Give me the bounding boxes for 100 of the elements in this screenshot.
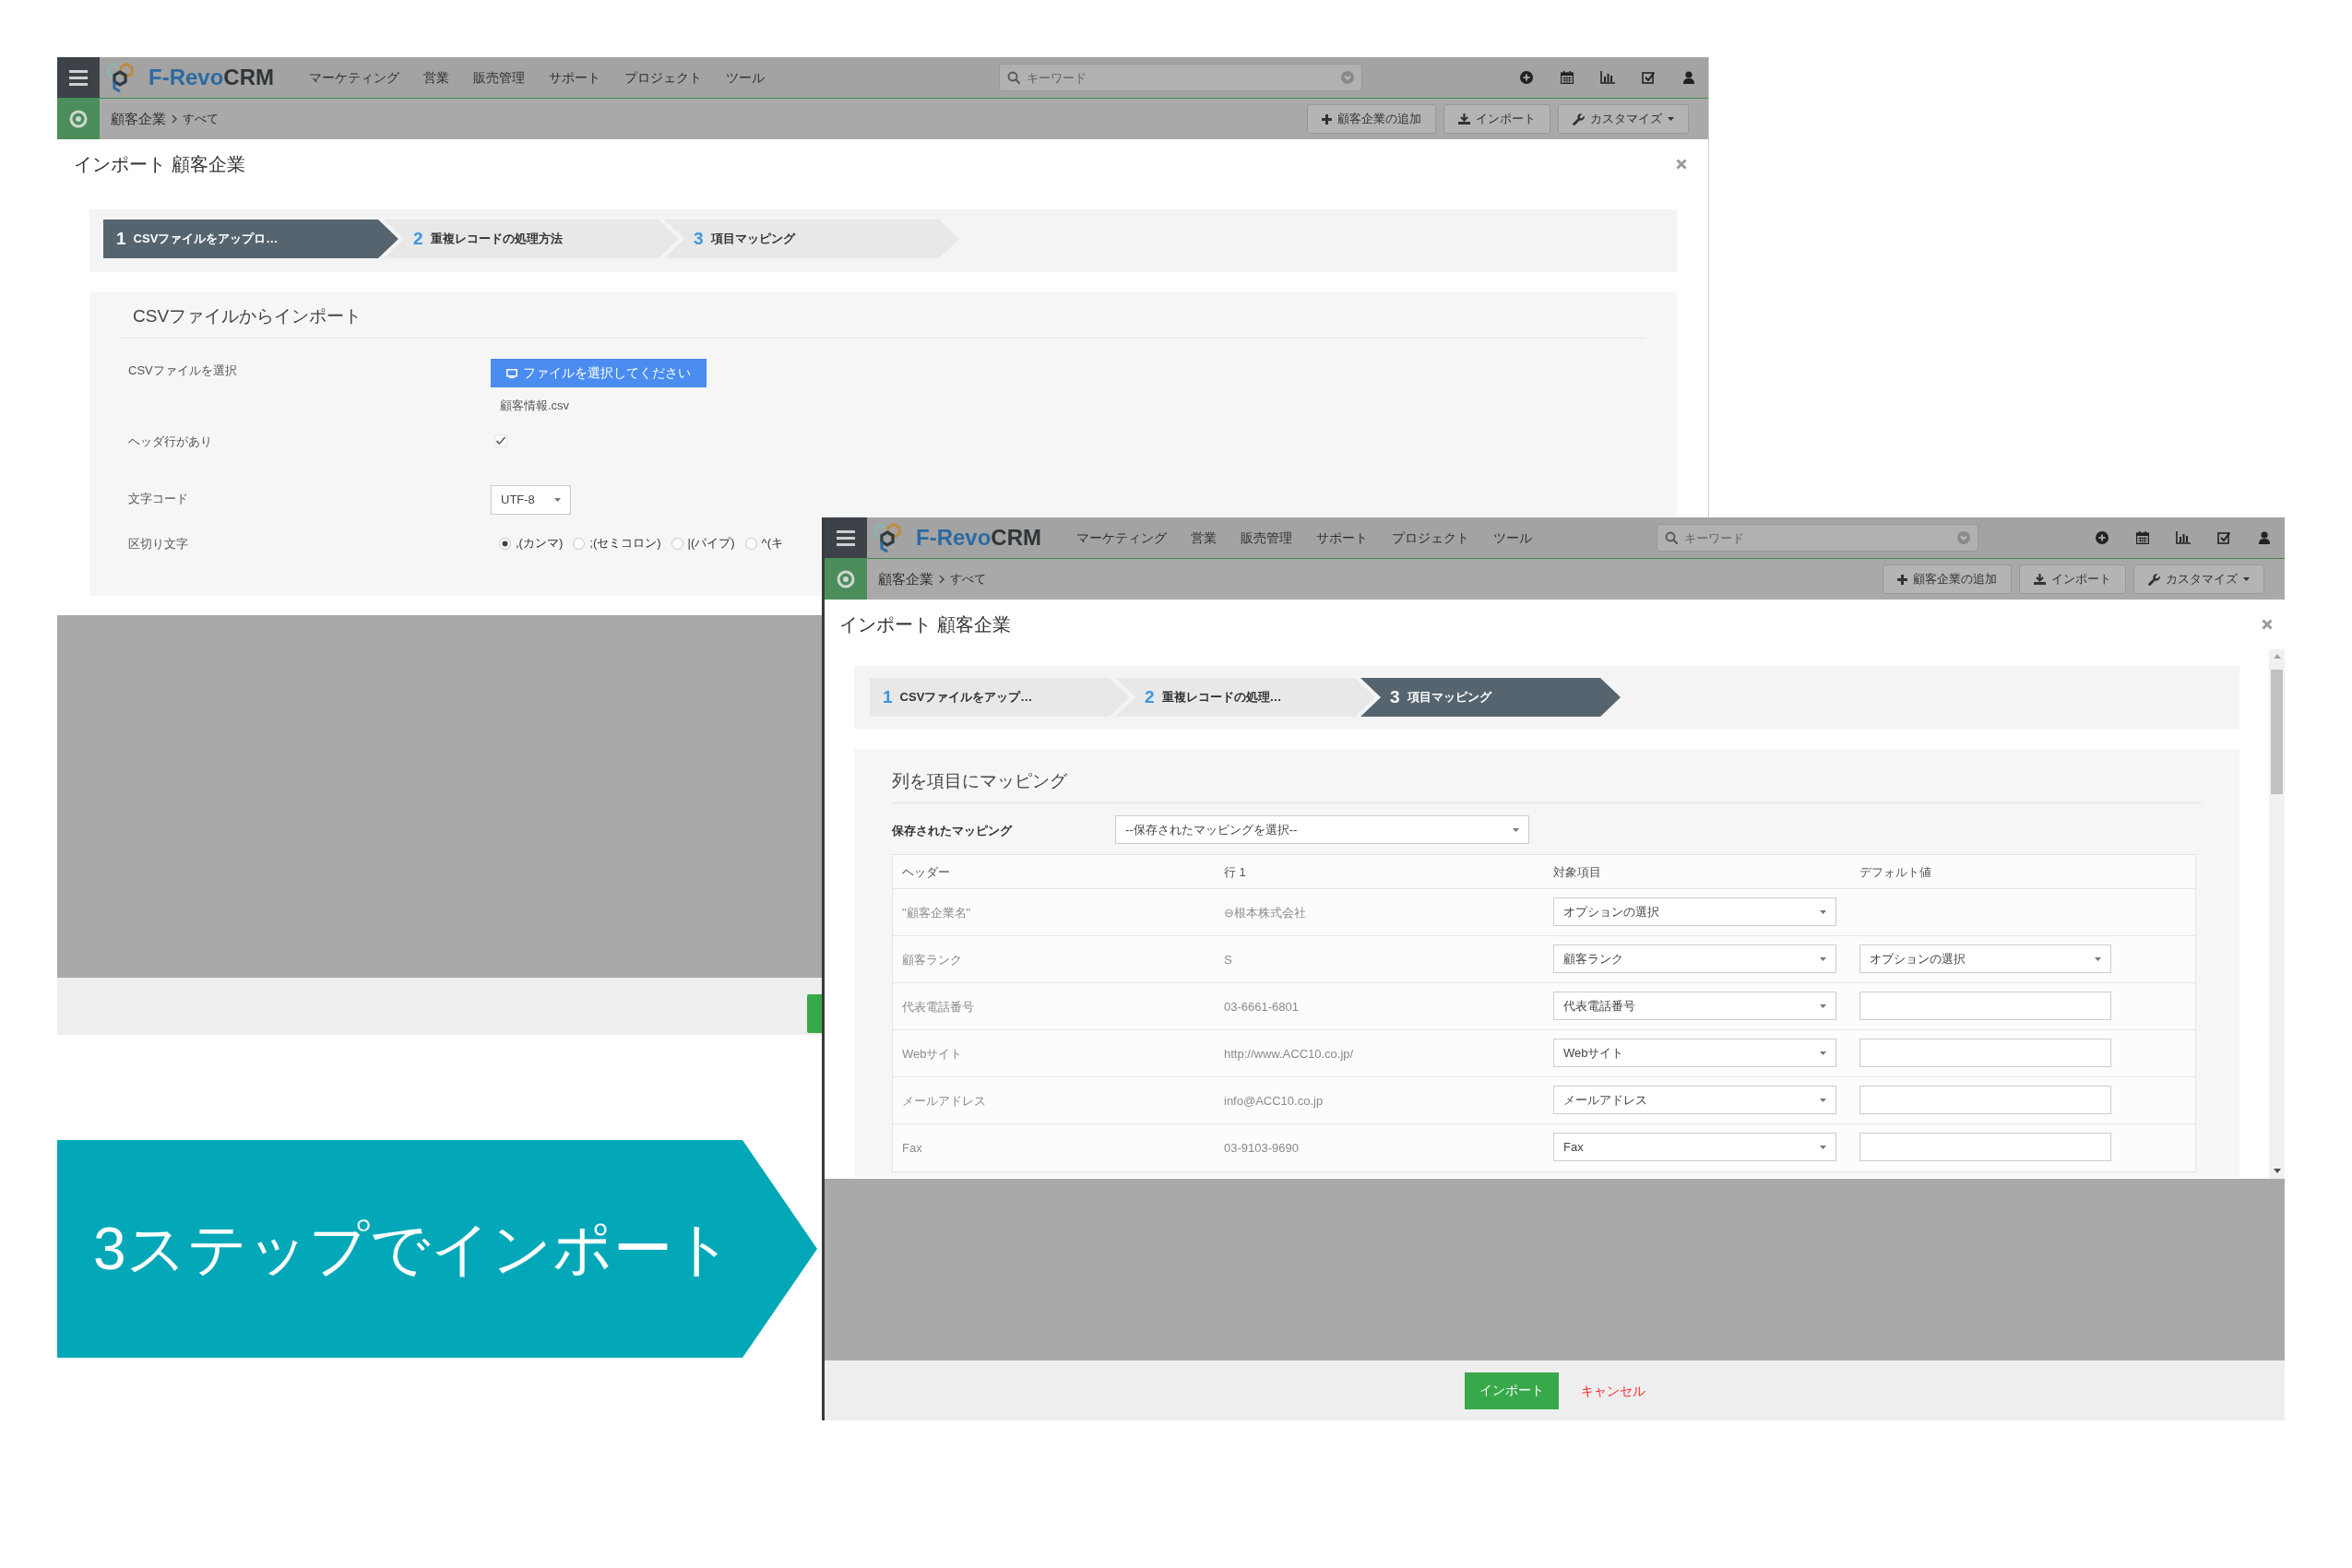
callout-text: 3ステップでインポート xyxy=(93,1215,733,1284)
radio-button[interactable] xyxy=(744,537,757,550)
file-name: 顧客情報.csv xyxy=(500,398,570,414)
cancel-link[interactable]: キャンセル xyxy=(1580,1382,1645,1399)
default-value-input[interactable] xyxy=(1859,992,2111,1020)
toolbar-button[interactable]: 顧客企業の追加 xyxy=(1307,104,1436,134)
nav-link[interactable]: プロジェクト xyxy=(624,69,702,86)
plus-icon xyxy=(1322,113,1332,125)
table-cell: http://www.ACC10.co.jp/ xyxy=(1224,1047,1354,1061)
field-select[interactable]: Webサイト xyxy=(1553,1039,1836,1067)
bar-chart-icon[interactable] xyxy=(1600,71,1615,84)
nav-link[interactable]: サポート xyxy=(1316,529,1368,546)
scroll-down-icon[interactable] xyxy=(2273,1169,2281,1173)
toolbar-button[interactable]: インポート xyxy=(1443,104,1550,134)
field-select[interactable]: オプションの選択 xyxy=(1553,897,1836,926)
checked-box-icon[interactable] xyxy=(1642,71,1655,84)
checked-box-icon[interactable] xyxy=(2217,531,2230,544)
section-title: 列を項目にマッピング xyxy=(892,771,1067,790)
radio-label: ;(セミコロン) xyxy=(589,535,661,552)
radio-button[interactable] xyxy=(671,537,683,550)
toolbar-button[interactable]: 顧客企業の追加 xyxy=(1883,564,2012,594)
mapping-select[interactable]: --保存されたマッピングを選択-- xyxy=(1115,815,1529,844)
field-select[interactable]: メールアドレス xyxy=(1553,1086,1836,1114)
menu-icon[interactable] xyxy=(825,517,867,558)
nav-link[interactable]: プロジェクト xyxy=(1392,529,1469,546)
nav-link[interactable]: マーケティング xyxy=(309,69,399,86)
monitor-icon xyxy=(506,368,517,378)
plus-circle-icon[interactable] xyxy=(2096,531,2108,544)
caret-icon xyxy=(2095,956,2101,961)
default-value-select[interactable]: オプションの選択 xyxy=(1859,944,2111,973)
field-select[interactable]: 代表電話番号 xyxy=(1553,992,1836,1020)
field-label: 文字コード xyxy=(128,492,188,505)
field-select[interactable]: 顧客ランク xyxy=(1553,944,1836,973)
download-icon xyxy=(1458,113,1470,125)
dropdown-icon[interactable] xyxy=(1956,531,1970,544)
breadcrumb-current: すべて xyxy=(183,111,219,127)
nav-link[interactable]: 販売管理 xyxy=(1241,529,1292,546)
default-value-input[interactable] xyxy=(1859,1039,2111,1067)
close-icon[interactable] xyxy=(1676,159,1687,170)
radio-button[interactable] xyxy=(499,537,511,550)
caret-icon xyxy=(1820,909,1826,914)
toolbar-button[interactable]: カスタマイズ xyxy=(2133,564,2264,594)
scrollbar-thumb[interactable] xyxy=(2271,670,2283,794)
caret-icon xyxy=(1820,956,1826,961)
chevron-icon xyxy=(939,575,944,584)
nav-link[interactable]: マーケティング xyxy=(1076,529,1167,546)
nav-link[interactable]: サポート xyxy=(549,69,600,86)
encoding-select[interactable]: UTF-8 xyxy=(491,485,571,515)
table-cell: 代表電話番号 xyxy=(902,1000,974,1014)
nav-link[interactable]: 営業 xyxy=(1191,529,1217,546)
nav-link[interactable]: 営業 xyxy=(423,69,449,86)
wizard-step: 3 項目マッピング xyxy=(664,220,959,258)
wizard-step: 2 重複レコードの処理… xyxy=(1115,678,1375,717)
nav-link[interactable]: 販売管理 xyxy=(473,69,525,86)
download-icon xyxy=(2034,574,2046,585)
radio-label: |(パイプ) xyxy=(687,535,735,552)
table-cell: ⊖根本株式会社 xyxy=(1224,906,1306,920)
dropdown-icon[interactable] xyxy=(1340,71,1354,84)
scroll-up-icon[interactable] xyxy=(2273,654,2281,659)
default-value-input[interactable] xyxy=(1859,1086,2111,1114)
plus-circle-icon[interactable] xyxy=(1520,71,1533,84)
field-label: 保存されたマッピング xyxy=(892,823,1012,837)
search-field[interactable]: キーワード xyxy=(998,64,1362,91)
table-cell: Fax xyxy=(902,1141,922,1155)
scrollbar[interactable] xyxy=(2269,649,2285,1179)
section-title: CSVファイルからインポート xyxy=(133,306,362,326)
logo-icon xyxy=(105,62,135,93)
wrench-icon xyxy=(2148,573,2160,586)
table-cell: Webサイト xyxy=(902,1047,963,1061)
menu-icon[interactable] xyxy=(57,57,100,98)
search-field[interactable]: キーワード xyxy=(1657,524,1978,552)
field-select[interactable]: Fax xyxy=(1553,1133,1836,1161)
radio-button[interactable] xyxy=(573,537,586,550)
calendar-icon[interactable] xyxy=(1561,71,1574,84)
breadcrumb-link[interactable]: 顧客企業 xyxy=(878,570,933,588)
caret-icon xyxy=(1820,1145,1826,1149)
search-icon xyxy=(1006,71,1020,84)
nav-link[interactable]: ツール xyxy=(726,69,765,86)
modal-title: インポート 顧客企業 xyxy=(839,613,1011,636)
checkbox[interactable] xyxy=(494,434,507,447)
button-edge xyxy=(807,994,822,1033)
table-cell: 03-9103-9690 xyxy=(1224,1141,1299,1155)
table-cell: S xyxy=(1224,953,1232,967)
nav-link[interactable]: ツール xyxy=(1493,529,1532,546)
toolbar-button[interactable]: インポート xyxy=(2019,564,2126,594)
user-icon[interactable] xyxy=(1683,71,1694,84)
bar-chart-icon[interactable] xyxy=(2176,531,2191,544)
calendar-icon[interactable] xyxy=(2136,531,2149,544)
table-cell: "顧客企業名" xyxy=(902,906,971,920)
column-header: 対象項目 xyxy=(1553,865,1601,879)
column-header: 行 1 xyxy=(1224,865,1246,879)
breadcrumb-link[interactable]: 顧客企業 xyxy=(111,110,166,128)
toolbar-button[interactable]: カスタマイズ xyxy=(1558,104,1689,134)
table-cell: 顧客ランク xyxy=(902,953,962,967)
user-icon[interactable] xyxy=(2259,531,2270,544)
close-icon[interactable] xyxy=(2262,619,2273,630)
default-value-input[interactable] xyxy=(1859,1133,2111,1161)
caret-icon xyxy=(1820,1098,1826,1102)
column-header: デフォルト値 xyxy=(1859,865,1931,879)
file-select-button[interactable]: ファイルを選択してください xyxy=(491,359,707,387)
